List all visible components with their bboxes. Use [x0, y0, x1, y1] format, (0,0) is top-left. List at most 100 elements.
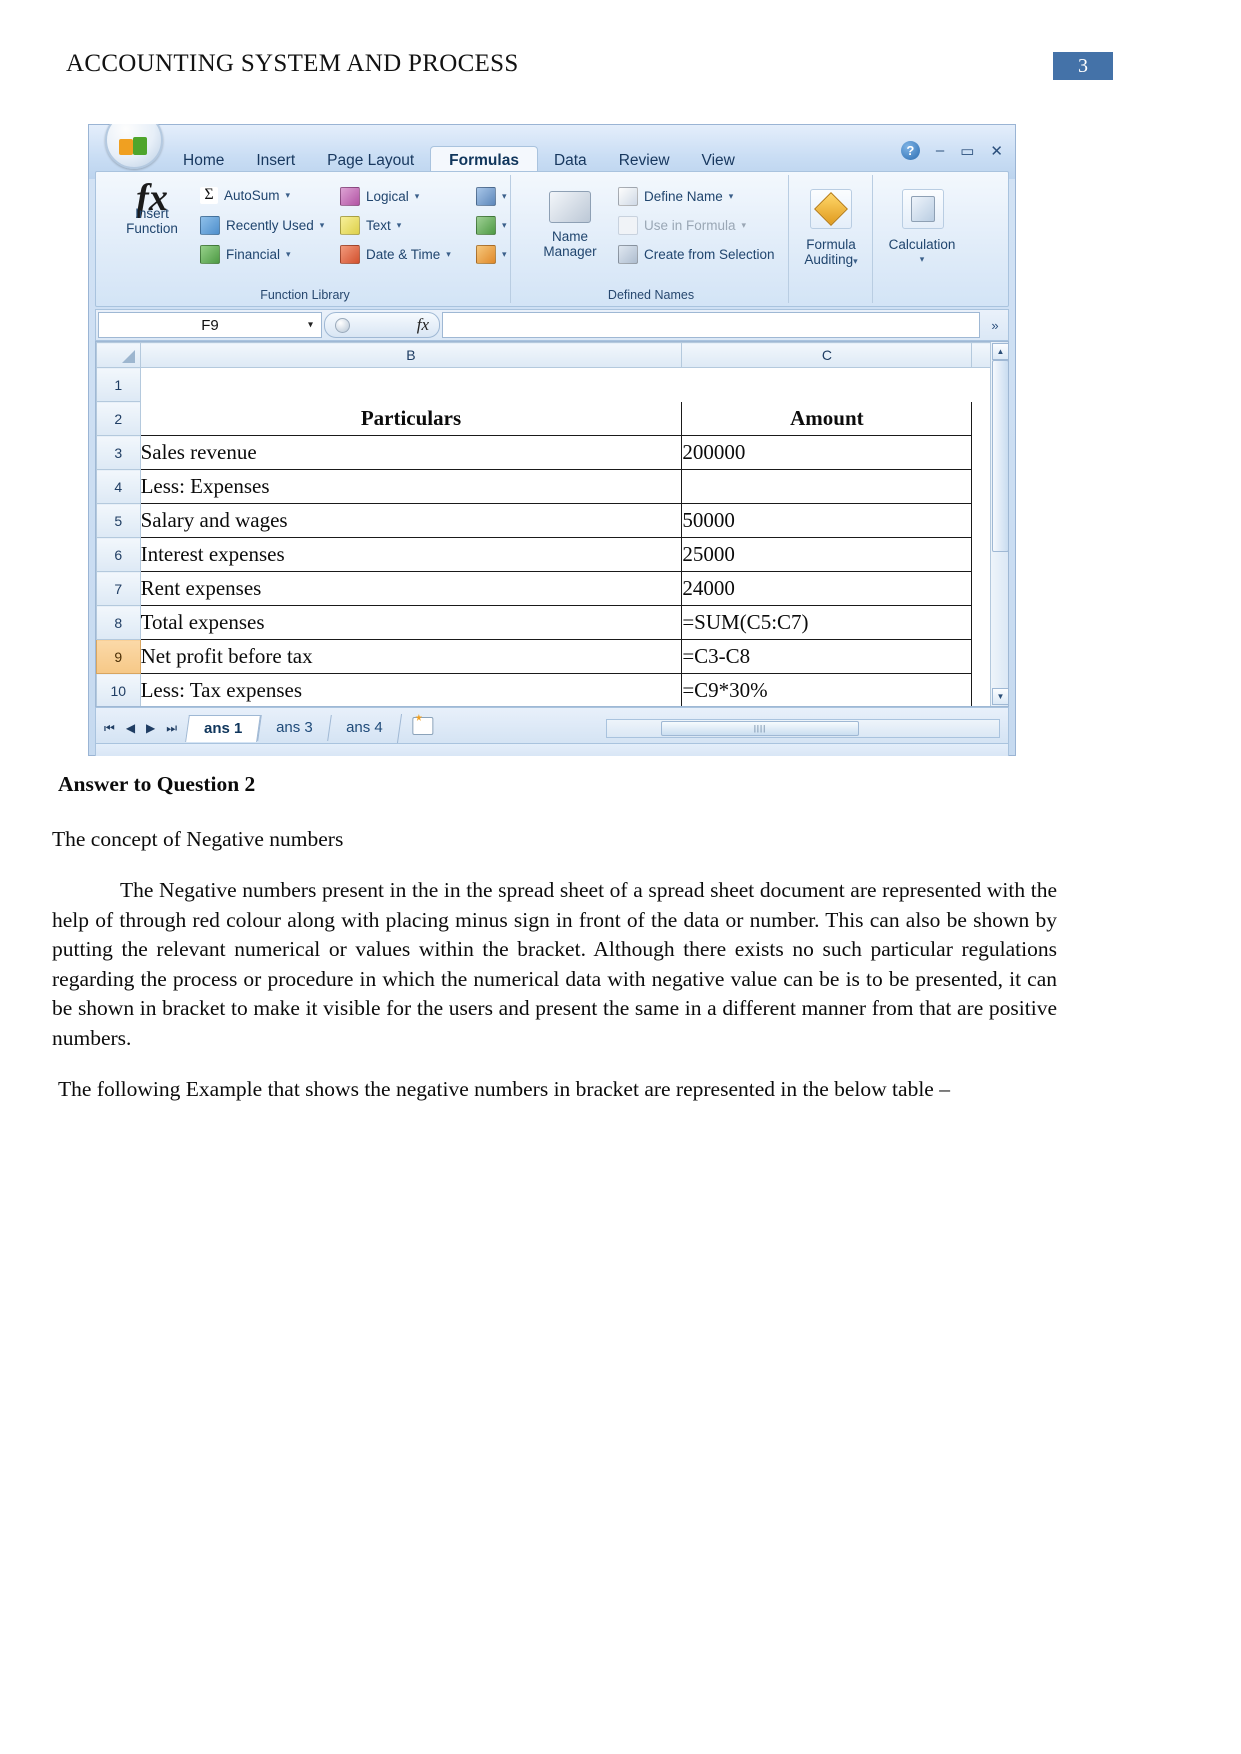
- sheet-tab-ans-4[interactable]: ans 4: [327, 715, 401, 741]
- cell-c2[interactable]: Amount: [681, 401, 973, 436]
- row-header-5[interactable]: 5: [96, 503, 141, 538]
- cell-b5[interactable]: Salary and wages: [139, 503, 683, 538]
- first-sheet-icon[interactable]: ⏮: [104, 721, 115, 736]
- cell-b1[interactable]: [140, 368, 682, 402]
- insert-function-icon[interactable]: fx: [417, 315, 429, 335]
- cell-c7[interactable]: 24000: [681, 571, 973, 606]
- insert-function-label-line1: Insert: [135, 206, 169, 221]
- minimize-icon[interactable]: –: [936, 142, 944, 159]
- sheet-tab-ans-1[interactable]: ans 1: [185, 714, 262, 742]
- row-header-9[interactable]: 9: [96, 639, 141, 674]
- menu-financial[interactable]: Financial ▾: [200, 245, 291, 264]
- cell-b7[interactable]: Rent expenses: [139, 571, 683, 606]
- vertical-scroll-thumb[interactable]: [992, 360, 1008, 552]
- cell-c1[interactable]: [682, 368, 972, 402]
- menu-recently-used[interactable]: Recently Used ▾: [200, 216, 324, 235]
- scroll-down-icon[interactable]: ▼: [992, 688, 1008, 705]
- cell-c4[interactable]: [681, 469, 973, 504]
- help-icon[interactable]: ?: [900, 141, 920, 160]
- row-header-4[interactable]: 4: [96, 469, 141, 504]
- cell-c10[interactable]: =C9*30%: [681, 673, 973, 706]
- insert-function-label-line2: Function: [126, 221, 178, 236]
- row-header-3[interactable]: 3: [96, 435, 141, 470]
- menu-define-name[interactable]: Define Name ▾: [618, 187, 733, 206]
- menu-more-functions[interactable]: ▾: [476, 245, 507, 264]
- row-header-1[interactable]: 1: [96, 367, 141, 402]
- logical-icon: [340, 187, 360, 206]
- menu-logical[interactable]: Logical ▾: [340, 187, 419, 206]
- formula-auditing-label[interactable]: Formula Auditing▾: [790, 237, 872, 269]
- answer-heading: Answer to Question 2: [58, 772, 256, 796]
- cell-b2[interactable]: Particulars: [139, 401, 683, 436]
- cancel-enter-icon[interactable]: [335, 317, 350, 333]
- cell-c5[interactable]: 50000: [681, 503, 973, 538]
- ribbon-formulas: fx Insert Function Σ AutoSum ▾ Recently …: [95, 171, 1009, 307]
- column-header-c[interactable]: C: [681, 342, 973, 368]
- previous-sheet-icon[interactable]: ◀: [126, 721, 135, 735]
- chevron-down-icon: ▾: [286, 249, 291, 259]
- name-manager-label-line2: Manager: [543, 244, 597, 259]
- name-manager-button[interactable]: Name Manager: [530, 185, 610, 259]
- cell-c3[interactable]: 200000: [681, 435, 973, 470]
- menu-recently-used-label: Recently Used: [226, 218, 314, 233]
- chevron-down-icon: ▾: [502, 220, 507, 230]
- chevron-down-icon: ▾: [502, 249, 507, 259]
- insert-function-button[interactable]: fx Insert Function: [114, 179, 190, 236]
- office-button-icon[interactable]: [105, 124, 163, 169]
- create-from-selection-icon: [618, 245, 638, 264]
- menu-autosum-label: AutoSum: [224, 188, 280, 203]
- horizontal-scroll-thumb[interactable]: ||||: [661, 721, 859, 736]
- last-sheet-icon[interactable]: ⏭: [166, 721, 177, 736]
- formula-input[interactable]: [442, 312, 980, 338]
- menu-text[interactable]: Text ▾: [340, 216, 401, 235]
- row-header-6[interactable]: 6: [96, 537, 141, 572]
- formula-auditing-icon[interactable]: [810, 189, 852, 229]
- expand-formula-bar-icon[interactable]: »: [982, 310, 1008, 340]
- group-function-library: fx Insert Function Σ AutoSum ▾ Recently …: [100, 175, 511, 303]
- subheading: The concept of Negative numbers: [52, 827, 344, 851]
- chevron-down-icon: ▾: [414, 191, 420, 201]
- cell-b10[interactable]: Less: Tax expenses: [139, 673, 683, 706]
- menu-math-trig[interactable]: ▾: [476, 216, 507, 235]
- next-sheet-icon[interactable]: ▶: [146, 721, 155, 735]
- column-header-b[interactable]: B: [139, 342, 683, 368]
- menu-logical-label: Logical: [366, 189, 409, 204]
- menu-autosum[interactable]: Σ AutoSum ▾: [200, 187, 290, 204]
- horizontal-scrollbar[interactable]: ||||: [606, 719, 1000, 738]
- table-row: 9 Net profit before tax =C3-C8: [96, 639, 1008, 674]
- close-icon[interactable]: ✕: [990, 142, 1003, 160]
- window-controls: ? – ▭ ✕: [900, 141, 1003, 160]
- vertical-scrollbar[interactable]: ▲ ▼: [990, 342, 1008, 706]
- cell-b8[interactable]: Total expenses: [139, 605, 683, 640]
- name-box[interactable]: F9 ▾: [98, 312, 322, 338]
- scroll-up-icon[interactable]: ▲: [992, 343, 1008, 360]
- cell-c6[interactable]: 25000: [681, 537, 973, 572]
- row-header-10[interactable]: 10: [96, 673, 141, 706]
- menu-date-time[interactable]: Date & Time ▾: [340, 245, 451, 264]
- office-orb-glyph-left: [119, 139, 133, 155]
- cell-b9[interactable]: Net profit before tax: [139, 639, 683, 674]
- group-defined-names: Name Manager Define Name ▾ Use in Formul…: [514, 175, 789, 303]
- table-row: 10 Less: Tax expenses =C9*30%: [96, 673, 1008, 706]
- row-header-2[interactable]: 2: [96, 401, 141, 436]
- cell-c8[interactable]: =SUM(C5:C7): [681, 605, 973, 640]
- row-header-8[interactable]: 8: [96, 605, 141, 640]
- excel-screenshot-image: Home Insert Page Layout Formulas Data Re…: [88, 124, 1016, 756]
- select-all-corner[interactable]: [96, 342, 141, 368]
- menu-lookup-reference[interactable]: ▾: [476, 187, 507, 206]
- sheet-tab-ans-3[interactable]: ans 3: [257, 715, 331, 741]
- cell-b4[interactable]: Less: Expenses: [139, 469, 683, 504]
- calculation-icon[interactable]: [902, 189, 944, 229]
- formula-bar-buttons[interactable]: fx: [324, 312, 440, 338]
- cell-b6[interactable]: Interest expenses: [139, 537, 683, 572]
- restore-icon[interactable]: ▭: [960, 142, 974, 160]
- more-functions-icon: [476, 245, 496, 264]
- calculation-label[interactable]: Calculation ▾: [874, 237, 970, 267]
- lookup-reference-icon: [476, 187, 496, 206]
- cell-b3[interactable]: Sales revenue: [139, 435, 683, 470]
- insert-worksheet-tab[interactable]: [396, 713, 447, 743]
- row-header-7[interactable]: 7: [96, 571, 141, 606]
- cell-c9[interactable]: =C3-C8: [681, 639, 973, 674]
- formula-bar: F9 ▾ fx »: [95, 309, 1009, 341]
- menu-create-from-selection[interactable]: Create from Selection: [618, 245, 775, 264]
